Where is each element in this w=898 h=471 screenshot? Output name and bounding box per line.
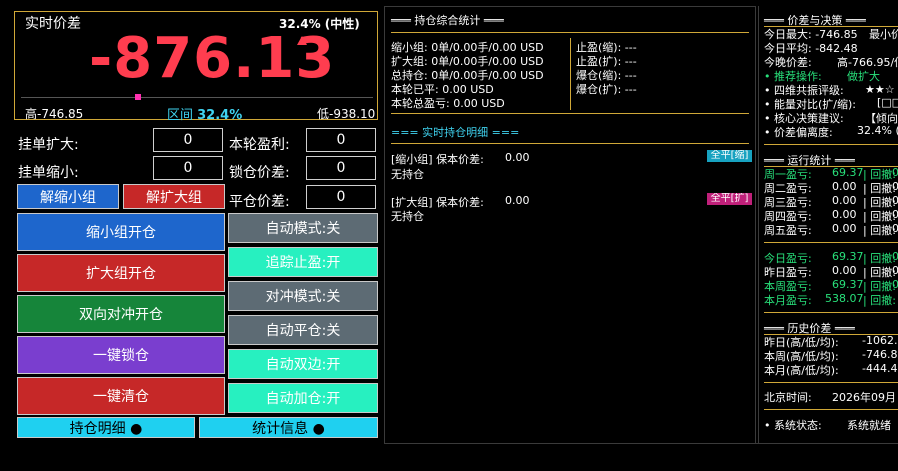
weekday-label: 周五盈亏: <box>764 224 812 237</box>
price-title: 实时价差 <box>25 16 81 32</box>
hedge-mode-toggle[interactable]: 对冲模式:关 <box>228 281 378 311</box>
trail-stop-toggle[interactable]: 追踪止盈:开 <box>228 247 378 277</box>
round-profit-label: 本轮盈利: <box>229 137 290 153</box>
right-divider <box>764 409 898 410</box>
price-panel: 实时价差 32.4% (中性) -876.13 高-746.85 区间 32.4… <box>14 11 378 123</box>
summary-divider <box>391 143 749 144</box>
auto-both-toggle[interactable]: 自动双边:开 <box>228 349 378 379</box>
history-value: -1062.8 <box>862 334 898 347</box>
weekday-value: 0.00 <box>832 180 857 193</box>
close-spread-input[interactable]: 0 <box>306 185 376 209</box>
auto-close-toggle[interactable]: 自动平仓:关 <box>228 315 378 345</box>
small-group-label: [缩小组] 保本价差: <box>391 153 484 166</box>
period-value: 0.00 <box>832 264 857 277</box>
detail-title: === 实时持仓明细 === <box>391 126 520 139</box>
system-status-label: • 系统状态: <box>764 419 822 432</box>
deviation-label: • 价差偏离度: <box>764 126 833 139</box>
weekday-drawdown-value: 0 <box>892 208 898 221</box>
close-all-button[interactable]: 一键清仓 <box>17 377 225 415</box>
round-profit-input[interactable]: 0 <box>306 128 376 152</box>
range-text: 区间 32.4% <box>167 104 242 123</box>
energy-value: [□□ <box>877 96 898 109</box>
large-group-value: 0.00 <box>505 194 530 207</box>
right-divider <box>764 242 898 243</box>
summary-divider <box>391 32 749 33</box>
history-label: 本月(高/低/均): <box>764 364 839 377</box>
close-small-button[interactable]: 全平[缩] <box>707 150 752 162</box>
lock-spread-input[interactable]: 0 <box>306 156 376 180</box>
weekday-drawdown-value: 0 <box>892 194 898 207</box>
right-divider <box>764 144 898 145</box>
large-group-status: 无持仓 <box>391 210 424 223</box>
open-small-group-button[interactable]: 缩小组开仓 <box>17 213 225 251</box>
range-marker <box>135 94 141 100</box>
period-drawdown-value: 0 <box>892 250 898 263</box>
today-min-label: 最小价 <box>869 28 898 41</box>
range-track <box>21 97 373 98</box>
stats-info-button[interactable]: 统计信息 ● <box>199 417 378 438</box>
auto-mode-toggle[interactable]: 自动模式:关 <box>228 213 378 243</box>
right-divider <box>764 312 898 313</box>
summary-right-row: 爆仓(扩): --- <box>576 83 637 96</box>
position-detail-button[interactable]: 持仓明细 ● <box>17 417 195 438</box>
close-spread-label: 平仓价差: <box>229 194 290 210</box>
shrink-order-label: 挂单缩小: <box>18 165 79 181</box>
beijing-time-value: 2026年09月 <box>832 391 896 404</box>
weekday-drawdown-value: 0 <box>892 166 898 179</box>
system-status-value: 系统就绪 <box>847 419 891 432</box>
weekday-value: 0.00 <box>832 222 857 235</box>
resonance-stars: ★★☆ <box>865 83 895 96</box>
small-group-value: 0.00 <box>505 151 530 164</box>
summary-column-divider <box>570 38 571 110</box>
unlock-small-group-button[interactable]: 解缩小组 <box>17 184 119 209</box>
close-large-button[interactable]: 全平[扩] <box>707 193 752 205</box>
history-value: -746.85 <box>862 348 898 361</box>
expand-order-label: 挂单扩大: <box>18 137 79 153</box>
period-label: 本月盈亏: <box>764 294 812 307</box>
weekday-drawdown-value: 0 <box>892 180 898 193</box>
shrink-order-input[interactable]: 0 <box>153 156 223 180</box>
small-group-status: 无持仓 <box>391 168 424 181</box>
weekday-drawdown-value: 0 <box>892 222 898 235</box>
expand-order-input[interactable]: 0 <box>153 128 223 152</box>
weekday-drawdown: | 回撤: <box>863 224 896 237</box>
lock-all-button[interactable]: 一键锁仓 <box>17 336 225 374</box>
bottom-border <box>384 443 898 444</box>
period-value: 538.07 <box>825 292 864 305</box>
lock-spread-label: 锁仓价差: <box>229 165 290 181</box>
period-value: 69.37 <box>832 278 864 291</box>
summary-title: ═══ 持仓综合统计 ═══ <box>391 14 504 27</box>
range-value: 32.4% <box>197 108 243 123</box>
auto-add-toggle[interactable]: 自动加仓:开 <box>228 383 378 413</box>
low-label: 低-938.10 <box>317 107 376 121</box>
period-drawdown-value: 0 <box>892 278 898 291</box>
period-drawdown-value: 0 <box>892 264 898 277</box>
unlock-large-group-button[interactable]: 解扩大组 <box>123 184 225 209</box>
recommend-value: 做扩大 <box>847 70 880 83</box>
open-both-button[interactable]: 双向对冲开仓 <box>17 295 225 333</box>
weekday-value: 69.37 <box>832 166 864 179</box>
beijing-time-label: 北京时间: <box>764 391 812 404</box>
summary-left-row: 本轮总盈亏: 0.00 USD <box>391 97 505 110</box>
right-divider <box>764 382 898 383</box>
range-prefix: 区间 <box>167 108 198 123</box>
high-label: 高-746.85 <box>25 107 84 121</box>
weekday-value: 0.00 <box>832 194 857 207</box>
weekday-value: 0.00 <box>832 208 857 221</box>
deviation-value: 32.4% ( <box>857 124 898 137</box>
period-drawdown: | 回撤: <box>863 294 896 307</box>
history-value: -444.45 <box>862 362 898 375</box>
period-value: 69.37 <box>832 250 864 263</box>
summary-divider <box>391 113 749 114</box>
right-column: ═══ 价差与决策 ═══ 今日最大: -746.85 最小价 今日平均: -8… <box>758 6 898 444</box>
up-arrow-icon <box>297 36 307 45</box>
open-large-group-button[interactable]: 扩大组开仓 <box>17 254 225 292</box>
